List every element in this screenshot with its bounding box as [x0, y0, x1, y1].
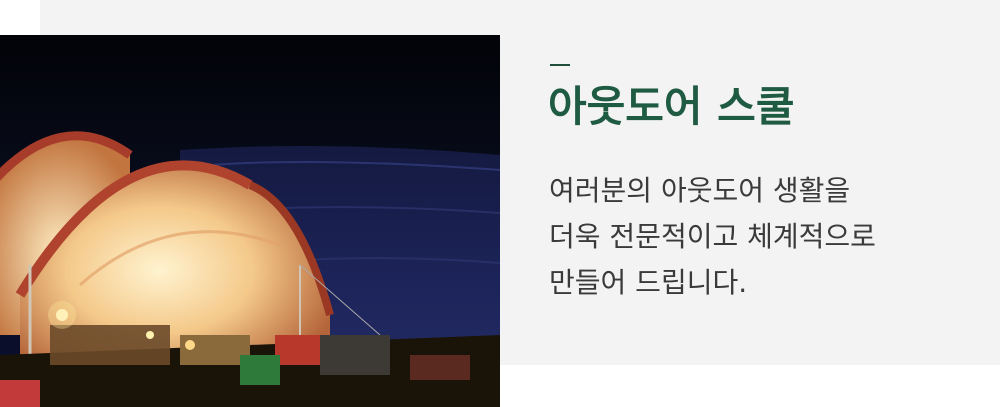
- camping-photo: [0, 35, 500, 407]
- section-title: 아웃도어 스쿨: [548, 82, 795, 131]
- description-line-3: 만들어 드립니다.: [549, 266, 748, 299]
- description-line-2: 더욱 전문적이고 체계적으로: [549, 220, 876, 253]
- accent-dash: [550, 64, 570, 66]
- description-line-1: 여러분의 아웃도어 생활을: [549, 174, 851, 207]
- section-description: 여러분의 아웃도어 생활을 더욱 전문적이고 체계적으로 만들어 드립니다.: [549, 168, 969, 306]
- camping-night-illustration: [0, 35, 500, 407]
